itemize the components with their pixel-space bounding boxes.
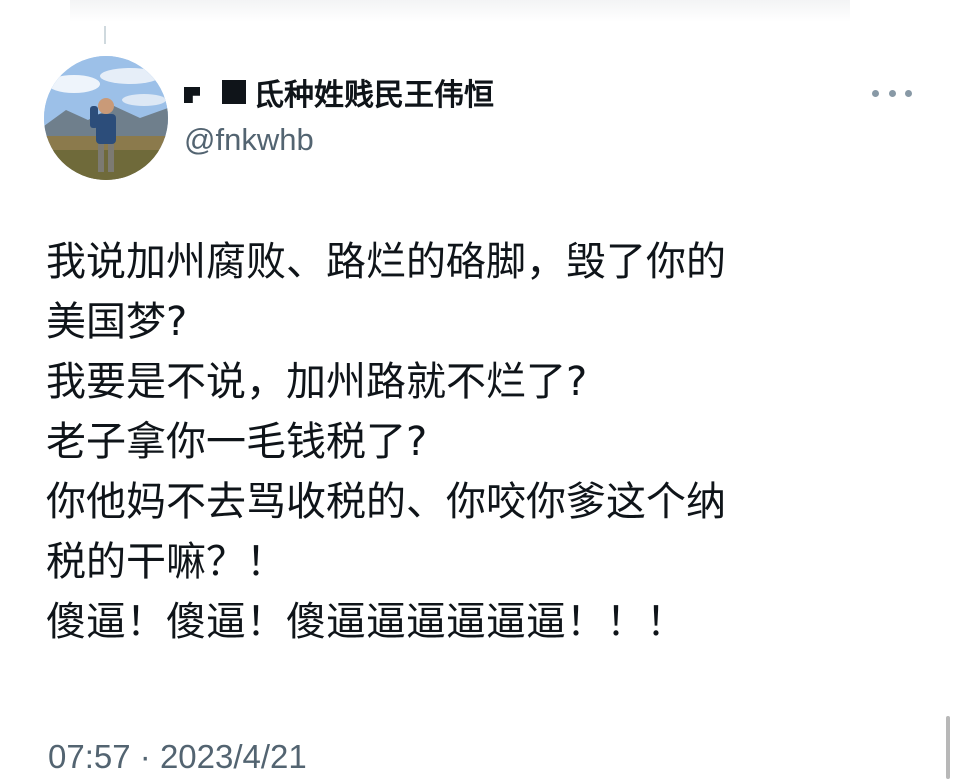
author-block: 氐种姓贱民王伟恒 @fnkwhb <box>184 70 784 170</box>
meta-separator: · <box>139 738 151 775</box>
more-icon <box>888 89 896 97</box>
author-name-row[interactable]: 氐种姓贱民王伟恒 <box>184 70 784 114</box>
tweet-line: 美国梦? <box>46 299 188 345</box>
tweet-line: 我说加州腐败、路烂的硌脚，毁了你的 <box>46 239 726 285</box>
tweet-date: 2023/4/21 <box>159 738 307 775</box>
block-icon <box>222 80 246 104</box>
tweet-screenshot: 氐种姓贱民王伟恒 @fnkwhb 我说加州腐败、路烂的硌脚，毁了你的 美国梦? … <box>0 0 960 779</box>
more-options-button[interactable] <box>872 80 912 106</box>
author-display-name[interactable]: 氐种姓贱民王伟恒 <box>254 70 494 114</box>
tweet-line: 傻逼！傻逼！傻逼逼逼逼逼逼！！！ <box>46 599 686 645</box>
author-handle[interactable]: @fnkwhb <box>184 122 784 158</box>
scrollbar-thumb[interactable] <box>946 716 950 779</box>
avatar[interactable] <box>44 56 168 180</box>
tweet-line: 我要是不说，加州路就不烂了? <box>46 359 588 405</box>
tweet-timestamp[interactable]: 07:57 · 2023/4/21 <box>48 738 307 776</box>
flag-icon <box>184 87 200 103</box>
more-icon <box>872 89 879 97</box>
more-icon <box>905 89 912 97</box>
thread-connector <box>104 26 106 44</box>
tweet-line: 老子拿你一毛钱税了? <box>46 419 428 465</box>
tweet-line: 你他妈不去骂收税的、你咬你爹这个纳 <box>46 479 726 525</box>
tweet-line: 税的干嘛？！ <box>46 539 286 585</box>
previous-content-strip <box>70 0 850 22</box>
tweet-time: 07:57 <box>48 738 131 775</box>
avatar-photo-icon <box>44 56 168 180</box>
tweet-text: 我说加州腐败、路烂的硌脚，毁了你的 美国梦? 我要是不说，加州路就不烂了? 老子… <box>46 232 936 652</box>
